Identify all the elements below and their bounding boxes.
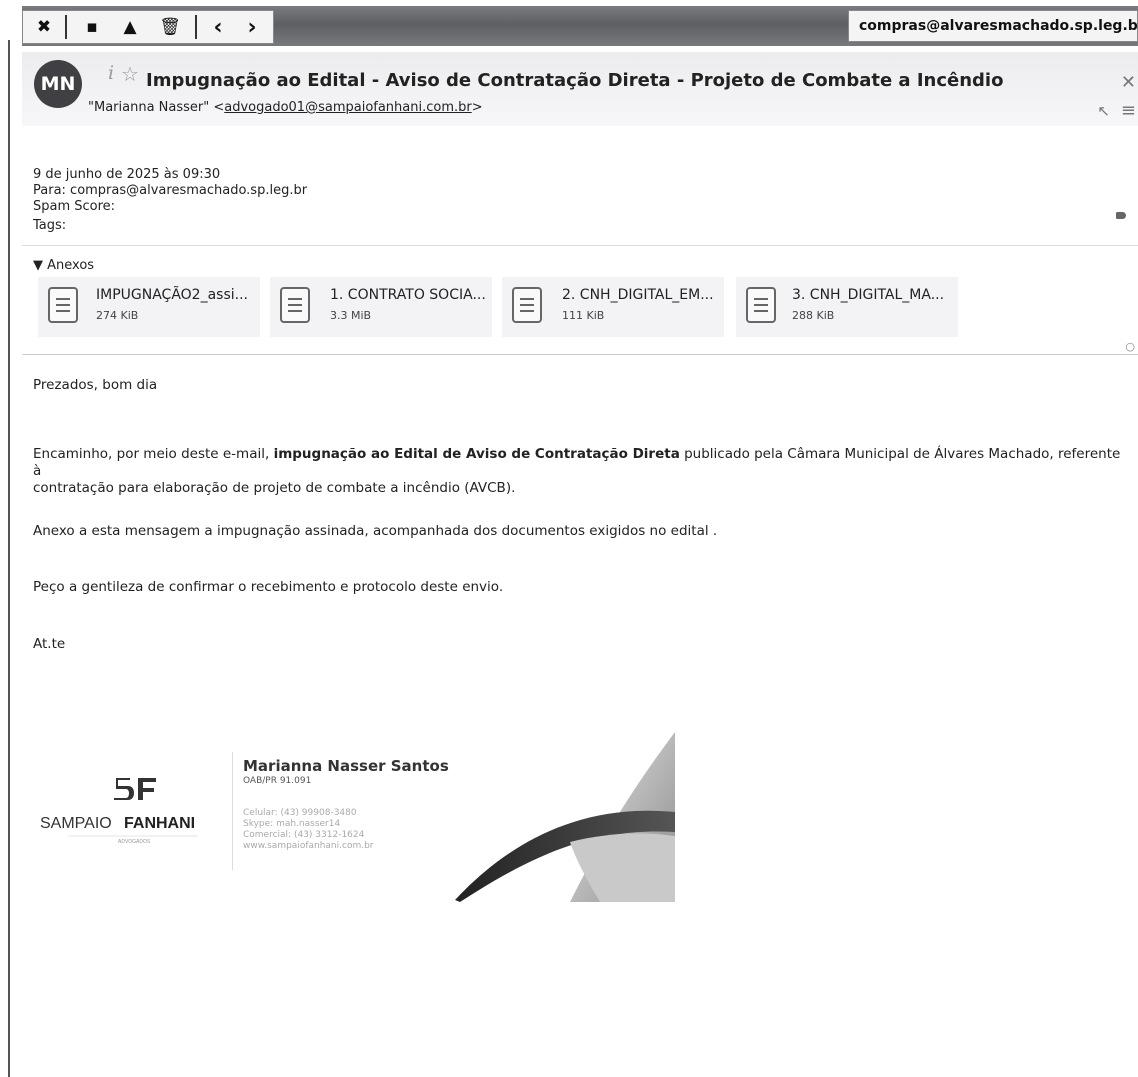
divider (22, 245, 1138, 246)
attachment-name: 1. CONTRATO SOCIA... (330, 287, 486, 303)
attachment-item[interactable]: 3. CNH_DIGITAL_MA... 288 KiB (736, 277, 958, 337)
toolbar-separator (65, 15, 67, 39)
firm-logo: SAMPAIO FANHANI ADVOGADOS (40, 778, 198, 845)
body-paragraph-1: Encaminho, por meio deste e-mail, impugn… (33, 446, 1128, 497)
info-icon[interactable]: i (108, 62, 114, 84)
reply-icon[interactable]: ↖ (1097, 102, 1110, 120)
attachment-item[interactable]: IMPUGNAÇÃO2_assi... 274 KiB (38, 277, 260, 337)
junk-icon[interactable]: ▲ (115, 11, 145, 43)
account-email: compras@alvaresmachado.sp.leg.br (859, 18, 1138, 34)
toolbar-separator (195, 15, 197, 39)
tags-label: Tags: (33, 218, 67, 233)
toolbar-button-group: ✖ ▪ ▲ 🗑 ‹ › (22, 10, 274, 44)
body-p1-start: Encaminho, por meio deste e-mail, (33, 446, 274, 462)
message-header: MN i ☆ Impugnação ao Edital - Aviso de C… (22, 52, 1138, 126)
toolbar: ✖ ▪ ▲ 🗑 ‹ › compras@alvaresmachado.sp.le… (22, 6, 1138, 46)
body-p1-bold: impugnação ao Edital de Aviso de Contrat… (273, 446, 680, 462)
signature-name: Marianna Nasser Santos (243, 757, 449, 775)
signature-divider (232, 752, 233, 870)
star-icon[interactable]: ☆ (121, 62, 139, 86)
signature-celular: Celular: (43) 99908-3480 (243, 808, 357, 818)
signature-comercial: Comercial: (43) 3312-1624 (243, 830, 365, 840)
document-icon (512, 287, 542, 323)
message-date: 9 de junho de 2025 às 09:30 (33, 167, 221, 182)
signature-decoration (455, 732, 675, 902)
tag-icon[interactable] (1116, 212, 1126, 219)
body-paragraph-2: Anexo a esta mensagem a impugnação assin… (33, 523, 718, 539)
sender-close: > (471, 100, 483, 115)
firm-subtitle: ADVOGADOS (118, 839, 151, 845)
previous-icon[interactable]: ‹ (203, 11, 233, 43)
attachment-size: 111 KiB (562, 309, 605, 322)
signature-skype: Skype: mah.nasser14 (243, 819, 341, 829)
recipient-line: Para: compras@alvaresmachado.sp.leg.br (33, 183, 308, 198)
signature-oab: OAB/PR 91.091 (243, 776, 312, 786)
more-icon[interactable]: ○ (1125, 340, 1135, 353)
sender-email-link[interactable]: advogado01@sampaiofanhani.com.br (224, 100, 471, 115)
document-icon (746, 287, 776, 323)
delete-icon[interactable]: ✖ (29, 11, 59, 43)
sender-line: "Marianna Nasser" <advogado01@sampaiofan… (88, 100, 483, 115)
attachments-toggle[interactable]: ▼ Anexos (33, 258, 94, 273)
attachment-name: IMPUGNAÇÃO2_assi... (96, 287, 248, 303)
body-p1-line2: contratação para elaboração de projeto d… (33, 480, 516, 496)
account-selector[interactable]: compras@alvaresmachado.sp.leg.br (848, 10, 1138, 42)
body-greeting: Prezados, bom dia (33, 377, 158, 393)
attachment-item[interactable]: 1. CONTRATO SOCIA... 3.3 MiB (270, 277, 492, 337)
trash-icon[interactable]: 🗑 (155, 11, 185, 43)
signature-website: www.sampaiofanhani.com.br (243, 841, 374, 851)
attachment-size: 3.3 MiB (330, 309, 372, 322)
next-icon[interactable]: › (237, 11, 267, 43)
document-icon (48, 287, 78, 323)
sender-name: "Marianna Nasser" < (88, 100, 225, 115)
document-icon (280, 287, 310, 323)
signature-contacts: Celular: (43) 99908-3480 Skype: mah.nass… (243, 808, 374, 852)
body-closing: At.te (33, 636, 66, 652)
close-icon[interactable]: ✕ (1121, 72, 1136, 93)
message-meta: 9 de junho de 2025 às 09:30 Para: compra… (33, 167, 307, 234)
message-subject: Impugnação ao Edital - Aviso de Contrata… (146, 70, 1004, 91)
menu-icon[interactable]: ≡ (1121, 100, 1136, 121)
firm-name-right: FANHANI (124, 815, 195, 832)
archive-icon[interactable]: ▪ (77, 11, 107, 43)
attachment-name: 2. CNH_DIGITAL_EM... (562, 287, 714, 303)
attachment-size: 288 KiB (792, 309, 835, 322)
divider (22, 354, 1138, 355)
window-edge (8, 40, 10, 1077)
attachment-item[interactable]: 2. CNH_DIGITAL_EM... 111 KiB (502, 277, 724, 337)
avatar: MN (34, 60, 82, 108)
spam-score: Spam Score: (33, 199, 116, 214)
body-paragraph-3: Peço a gentileza de confirmar o recebime… (33, 579, 504, 595)
attachment-name: 3. CNH_DIGITAL_MA... (792, 287, 945, 303)
attachment-size: 274 KiB (96, 309, 139, 322)
firm-name-left: SAMPAIO (40, 815, 112, 832)
